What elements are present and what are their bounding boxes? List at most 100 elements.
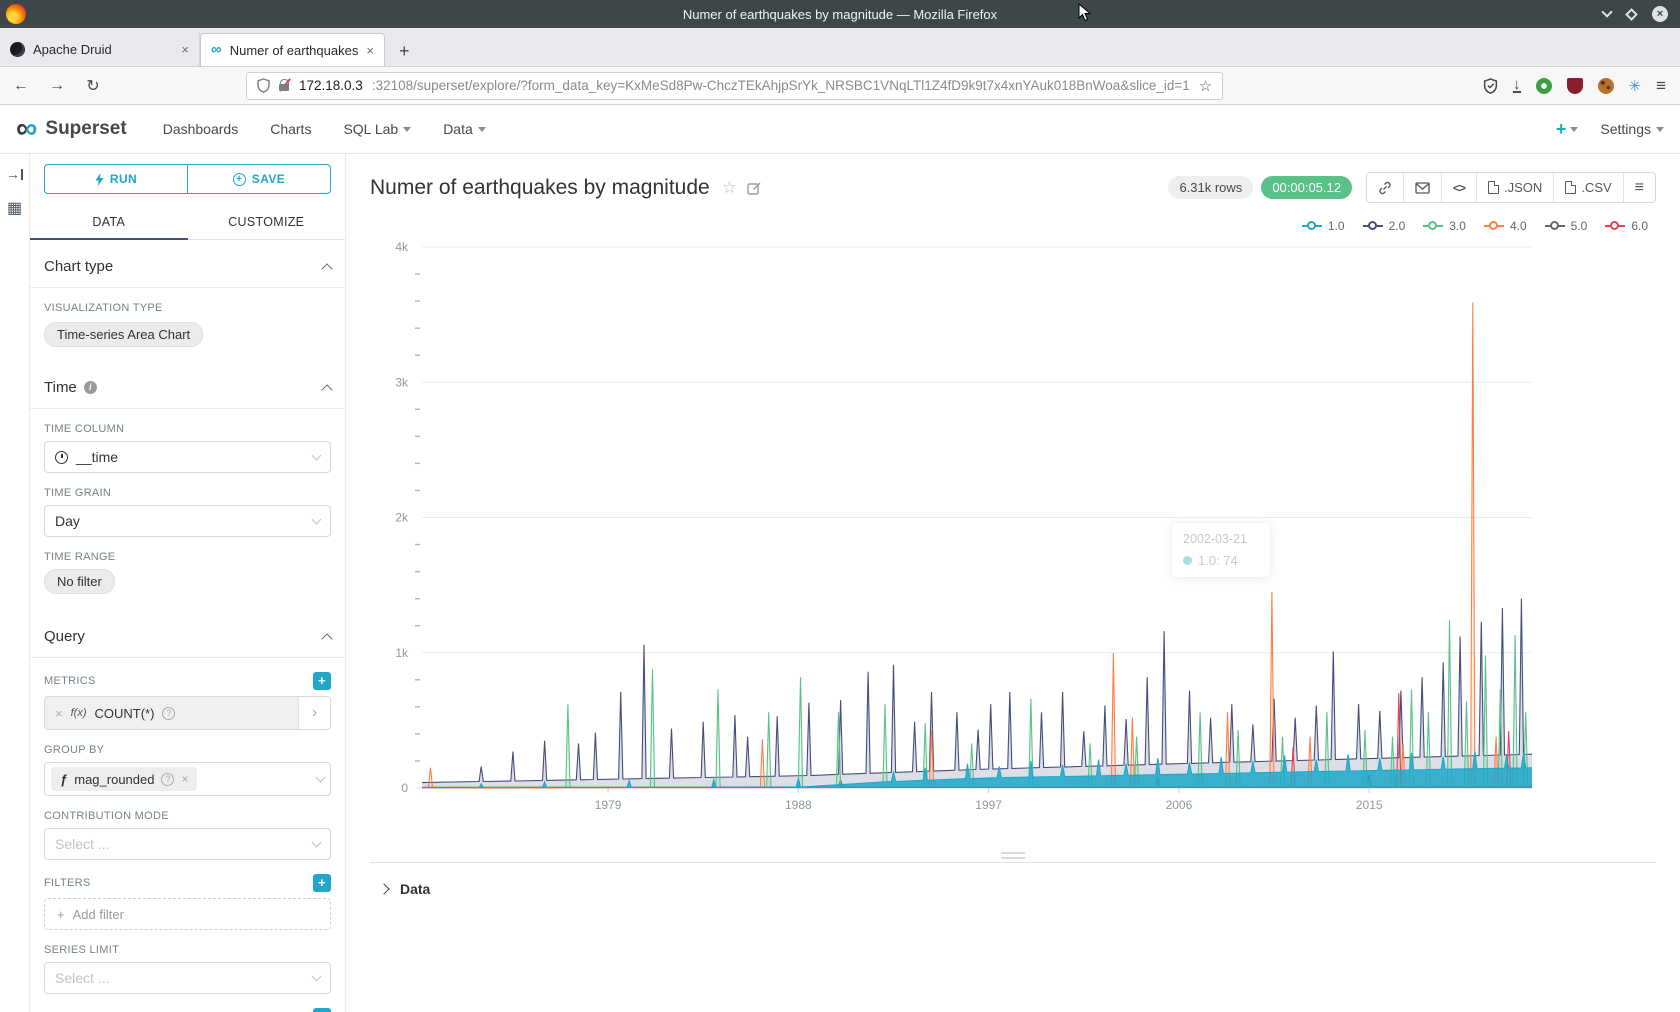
remove-tag-icon[interactable]: × <box>181 772 188 786</box>
window-minimize-icon[interactable] <box>1601 6 1612 17</box>
control-panel-sidebar: RUN + SAVE DATA CUSTOMIZE Chart type VIS… <box>30 154 346 1012</box>
settings-menu[interactable]: Settings <box>1600 121 1664 137</box>
chart-area: Numer of earthquakes by magnitude ☆ 6.31… <box>346 154 1680 1012</box>
nav-item-sql-lab[interactable]: SQL Lab <box>343 121 411 137</box>
extension-green-icon[interactable] <box>1536 78 1552 94</box>
email-button[interactable] <box>1403 173 1441 202</box>
time-range-label: TIME RANGE <box>44 551 331 563</box>
chevron-down-icon <box>1570 127 1578 132</box>
pocket-shield-icon[interactable] <box>1483 78 1498 94</box>
remove-metric-icon[interactable]: × <box>55 706 63 721</box>
sort-by-label: SORT BY + <box>44 1008 331 1012</box>
add-metric-button[interactable]: + <box>313 672 331 690</box>
save-button[interactable]: + SAVE <box>187 165 330 193</box>
chevron-down-icon <box>403 127 411 132</box>
bookmark-star-icon[interactable]: ☆ <box>1199 77 1212 95</box>
visualization-type-value[interactable]: Time-series Area Chart <box>44 322 203 347</box>
superset-logo-icon[interactable]: ∞ <box>16 116 37 142</box>
forward-button[interactable]: → <box>46 77 68 95</box>
tab-customize[interactable]: CUSTOMIZE <box>188 206 346 239</box>
url-bar[interactable]: 172.18.0.3:32108/superset/explore/?form_… <box>246 72 1223 100</box>
favorite-star-icon[interactable]: ☆ <box>722 178 737 198</box>
svg-text:1979: 1979 <box>595 798 622 812</box>
svg-text:1997: 1997 <box>975 798 1002 812</box>
legend-item[interactable]: 5.0 <box>1545 219 1588 233</box>
timeseries-area-chart[interactable]: 01k2k3k4k19791988199720062015 <box>370 235 1586 835</box>
legend-item[interactable]: 1.0 <box>1302 219 1345 233</box>
export-json-button[interactable]: .JSON <box>1476 173 1553 202</box>
svg-text:2006: 2006 <box>1166 798 1193 812</box>
tab-data[interactable]: DATA <box>30 206 188 239</box>
nav-item-data[interactable]: Data <box>443 121 486 137</box>
tab-apache-druid[interactable]: Apache Druid × <box>0 33 200 66</box>
help-icon: ? <box>161 773 174 786</box>
chevron-down-icon <box>478 127 486 132</box>
metric-item[interactable]: × f(x) COUNT(*) ? › <box>44 696 331 730</box>
legend-item[interactable]: 2.0 <box>1363 219 1406 233</box>
legend-marker-icon <box>1605 225 1625 227</box>
back-button[interactable]: ← <box>10 77 32 95</box>
series-limit-select[interactable]: Select ... <box>44 962 331 994</box>
embed-code-button[interactable]: <> <box>1441 173 1476 202</box>
chevron-up-icon <box>321 384 332 395</box>
tab-close-icon[interactable]: × <box>366 43 374 58</box>
pinwheel-extension-icon[interactable]: ✳ <box>1629 77 1642 95</box>
url-host: 172.18.0.3 <box>299 78 363 93</box>
add-filter-button[interactable]: + <box>313 874 331 892</box>
downloads-icon[interactable]: ↓ <box>1513 78 1521 93</box>
contribution-mode-label: CONTRIBUTION MODE <box>44 810 331 822</box>
window-maximize-icon[interactable] <box>1625 8 1638 21</box>
tab-label: Numer of earthquakes by <box>230 43 359 58</box>
new-tab-button[interactable]: + <box>385 41 424 66</box>
legend-item[interactable]: 6.0 <box>1605 219 1648 233</box>
nav-item-charts[interactable]: Charts <box>270 121 311 137</box>
row-count-badge: 6.31k rows <box>1168 176 1253 199</box>
section-chart-type[interactable]: Chart type <box>44 240 331 287</box>
tracking-shield-icon[interactable] <box>257 78 270 93</box>
section-time[interactable]: Time i <box>44 361 331 408</box>
tab-close-icon[interactable]: × <box>181 42 189 57</box>
export-csv-button[interactable]: .CSV <box>1553 173 1622 202</box>
run-button[interactable]: RUN <box>45 165 187 193</box>
tab-superset-explore[interactable]: ∞ Numer of earthquakes by × <box>200 33 385 66</box>
chart-menu-icon[interactable]: ≡ <box>1623 173 1655 202</box>
results-panel: Data <box>370 862 1656 1012</box>
group-by-select[interactable]: ƒ mag_rounded ? × <box>44 762 331 796</box>
superset-favicon: ∞ <box>211 45 222 55</box>
insecure-lock-icon[interactable] <box>279 79 290 92</box>
reload-button[interactable]: ↻ <box>82 76 104 96</box>
edit-properties-icon[interactable] <box>747 181 761 195</box>
section-query[interactable]: Query <box>44 610 331 657</box>
nav-item-dashboards[interactable]: Dashboards <box>163 121 239 137</box>
legend-item[interactable]: 3.0 <box>1423 219 1466 233</box>
chart-tooltip: 2002-03-21 1.0: 74 <box>1172 523 1270 577</box>
legend-marker-icon <box>1363 225 1383 227</box>
copy-link-button[interactable] <box>1367 173 1403 202</box>
time-range-value[interactable]: No filter <box>44 569 115 594</box>
firefox-menu-icon[interactable]: ≡ <box>1656 76 1666 96</box>
cookie-extension-icon[interactable] <box>1598 78 1614 94</box>
legend-item[interactable]: 4.0 <box>1484 219 1527 233</box>
firefox-logo-icon <box>6 4 26 24</box>
function-icon: f(x) <box>71 707 87 719</box>
add-sort-button[interactable]: + <box>313 1008 331 1012</box>
left-icon-rail: → ▦ <box>0 154 30 1012</box>
ublock-shield-icon[interactable] <box>1567 78 1583 94</box>
chart-canvas[interactable]: 01k2k3k4k19791988199720062015 2002-03-21… <box>370 235 1656 840</box>
group-by-tag[interactable]: ƒ mag_rounded ? × <box>51 767 197 791</box>
add-filter-dropzone[interactable]: + Add filter <box>44 898 331 930</box>
info-icon: i <box>84 381 97 394</box>
svg-text:3k: 3k <box>395 375 409 389</box>
window-close-icon[interactable]: × <box>1652 6 1668 22</box>
new-chart-button[interactable]: + <box>1556 119 1579 140</box>
data-panel-toggle[interactable]: Data <box>370 863 1656 915</box>
contribution-mode-select[interactable]: Select ... <box>44 828 331 860</box>
time-column-select[interactable]: __time <box>44 441 331 473</box>
expand-datasource-panel-icon[interactable]: → <box>6 166 23 182</box>
expand-metric-icon[interactable]: › <box>298 697 330 729</box>
superset-brand[interactable]: Superset <box>45 118 126 140</box>
panel-drag-handle[interactable] <box>1001 852 1025 859</box>
datasource-grid-icon[interactable]: ▦ <box>7 198 22 218</box>
chevron-right-icon <box>378 883 389 894</box>
time-grain-select[interactable]: Day <box>44 505 331 537</box>
